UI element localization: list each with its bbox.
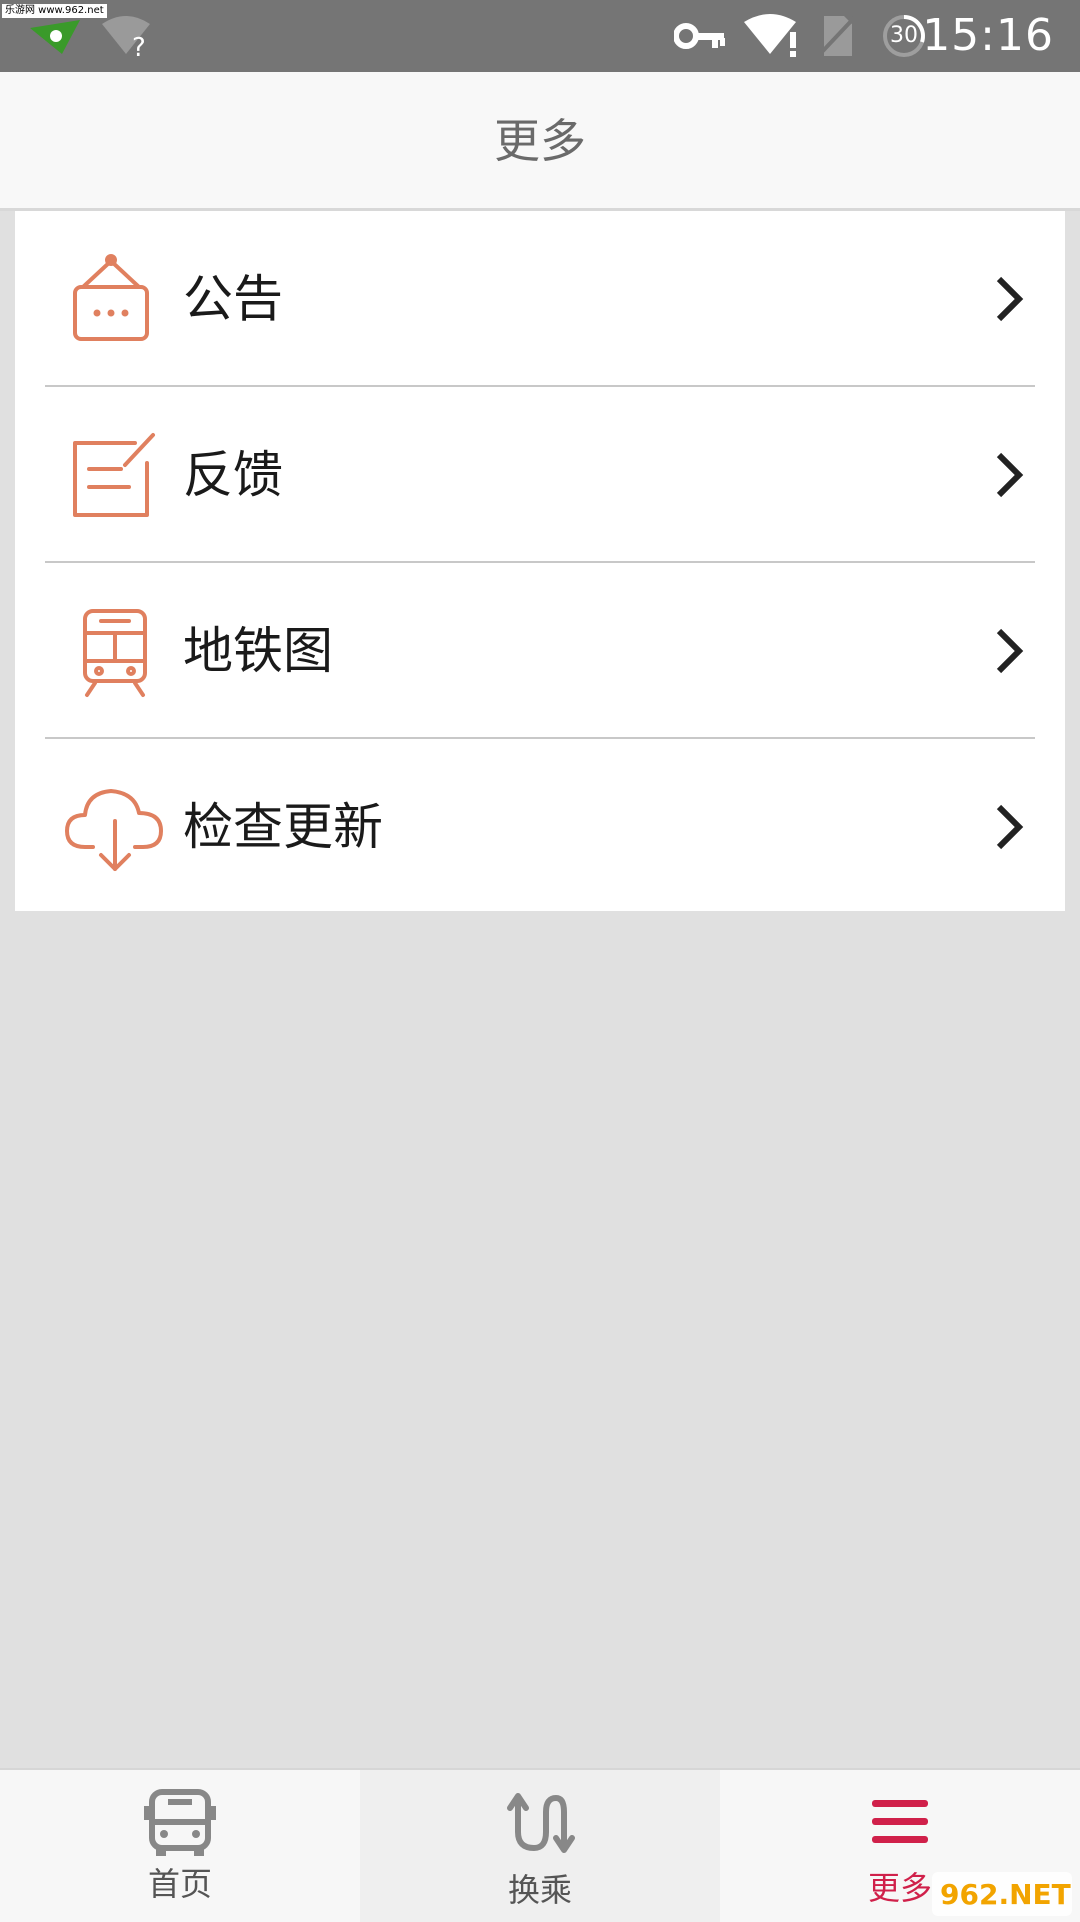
page-header: 更多 xyxy=(0,72,1080,211)
menu-label-announcement: 公告 xyxy=(183,270,283,328)
menu-label-subway-map: 地铁图 xyxy=(183,622,333,680)
watermark-logo-icon: 962.NET xyxy=(932,1872,1072,1916)
tab-transfer[interactable]: 换乘 xyxy=(360,1770,720,1922)
wifi-unknown-icon: ? xyxy=(102,16,150,58)
svg-text:962.NET: 962.NET xyxy=(940,1878,1071,1911)
menu-item-check-update[interactable]: 检查更新 xyxy=(15,739,1065,915)
bottom-navigation: 首页 换乘 更多 xyxy=(0,1768,1080,1922)
menu-item-announcement[interactable]: 公告 xyxy=(15,211,1065,387)
chevron-right-icon xyxy=(996,804,1024,850)
battery-indicator: 30 xyxy=(882,14,926,58)
wifi-alert-icon xyxy=(744,14,796,57)
transfer-icon xyxy=(507,1793,575,1853)
vpn-key-icon xyxy=(674,23,725,49)
feedback-edit-icon xyxy=(73,433,155,517)
menu-label-check-update: 检查更新 xyxy=(183,798,383,856)
announcement-sign-icon xyxy=(73,254,149,341)
tab-home[interactable]: 首页 xyxy=(0,1770,360,1922)
menu-item-feedback[interactable]: 反馈 xyxy=(15,387,1065,563)
watermark-text: 乐游网 www.962.net xyxy=(2,4,107,18)
subway-train-icon xyxy=(83,609,147,697)
watermark-logo: 962.NET xyxy=(932,1872,1072,1916)
menu-item-subway-map[interactable]: 地铁图 xyxy=(15,563,1065,739)
chevron-right-icon xyxy=(996,276,1024,322)
cloud-download-icon xyxy=(65,789,163,871)
status-bar: 乐游网 www.962.net ? 30 15:16 xyxy=(0,0,1080,72)
chevron-right-icon xyxy=(996,628,1024,674)
status-time: 15:16 xyxy=(922,10,1054,61)
no-sim-icon xyxy=(818,16,856,56)
more-menu-list: 公告 反馈 地铁图 检查更新 xyxy=(15,211,1065,911)
menu-icon xyxy=(872,1800,928,1843)
battery-level-text: 30 xyxy=(890,23,918,48)
notification-app-icon xyxy=(30,20,80,54)
svg-text:?: ? xyxy=(132,33,146,58)
chevron-right-icon xyxy=(996,452,1024,498)
page-title: 更多 xyxy=(494,114,586,168)
tab-label-transfer: 换乘 xyxy=(507,1871,572,1909)
bus-icon xyxy=(144,1789,216,1856)
tab-label-home: 首页 xyxy=(147,1865,212,1903)
menu-label-feedback: 反馈 xyxy=(183,446,283,504)
